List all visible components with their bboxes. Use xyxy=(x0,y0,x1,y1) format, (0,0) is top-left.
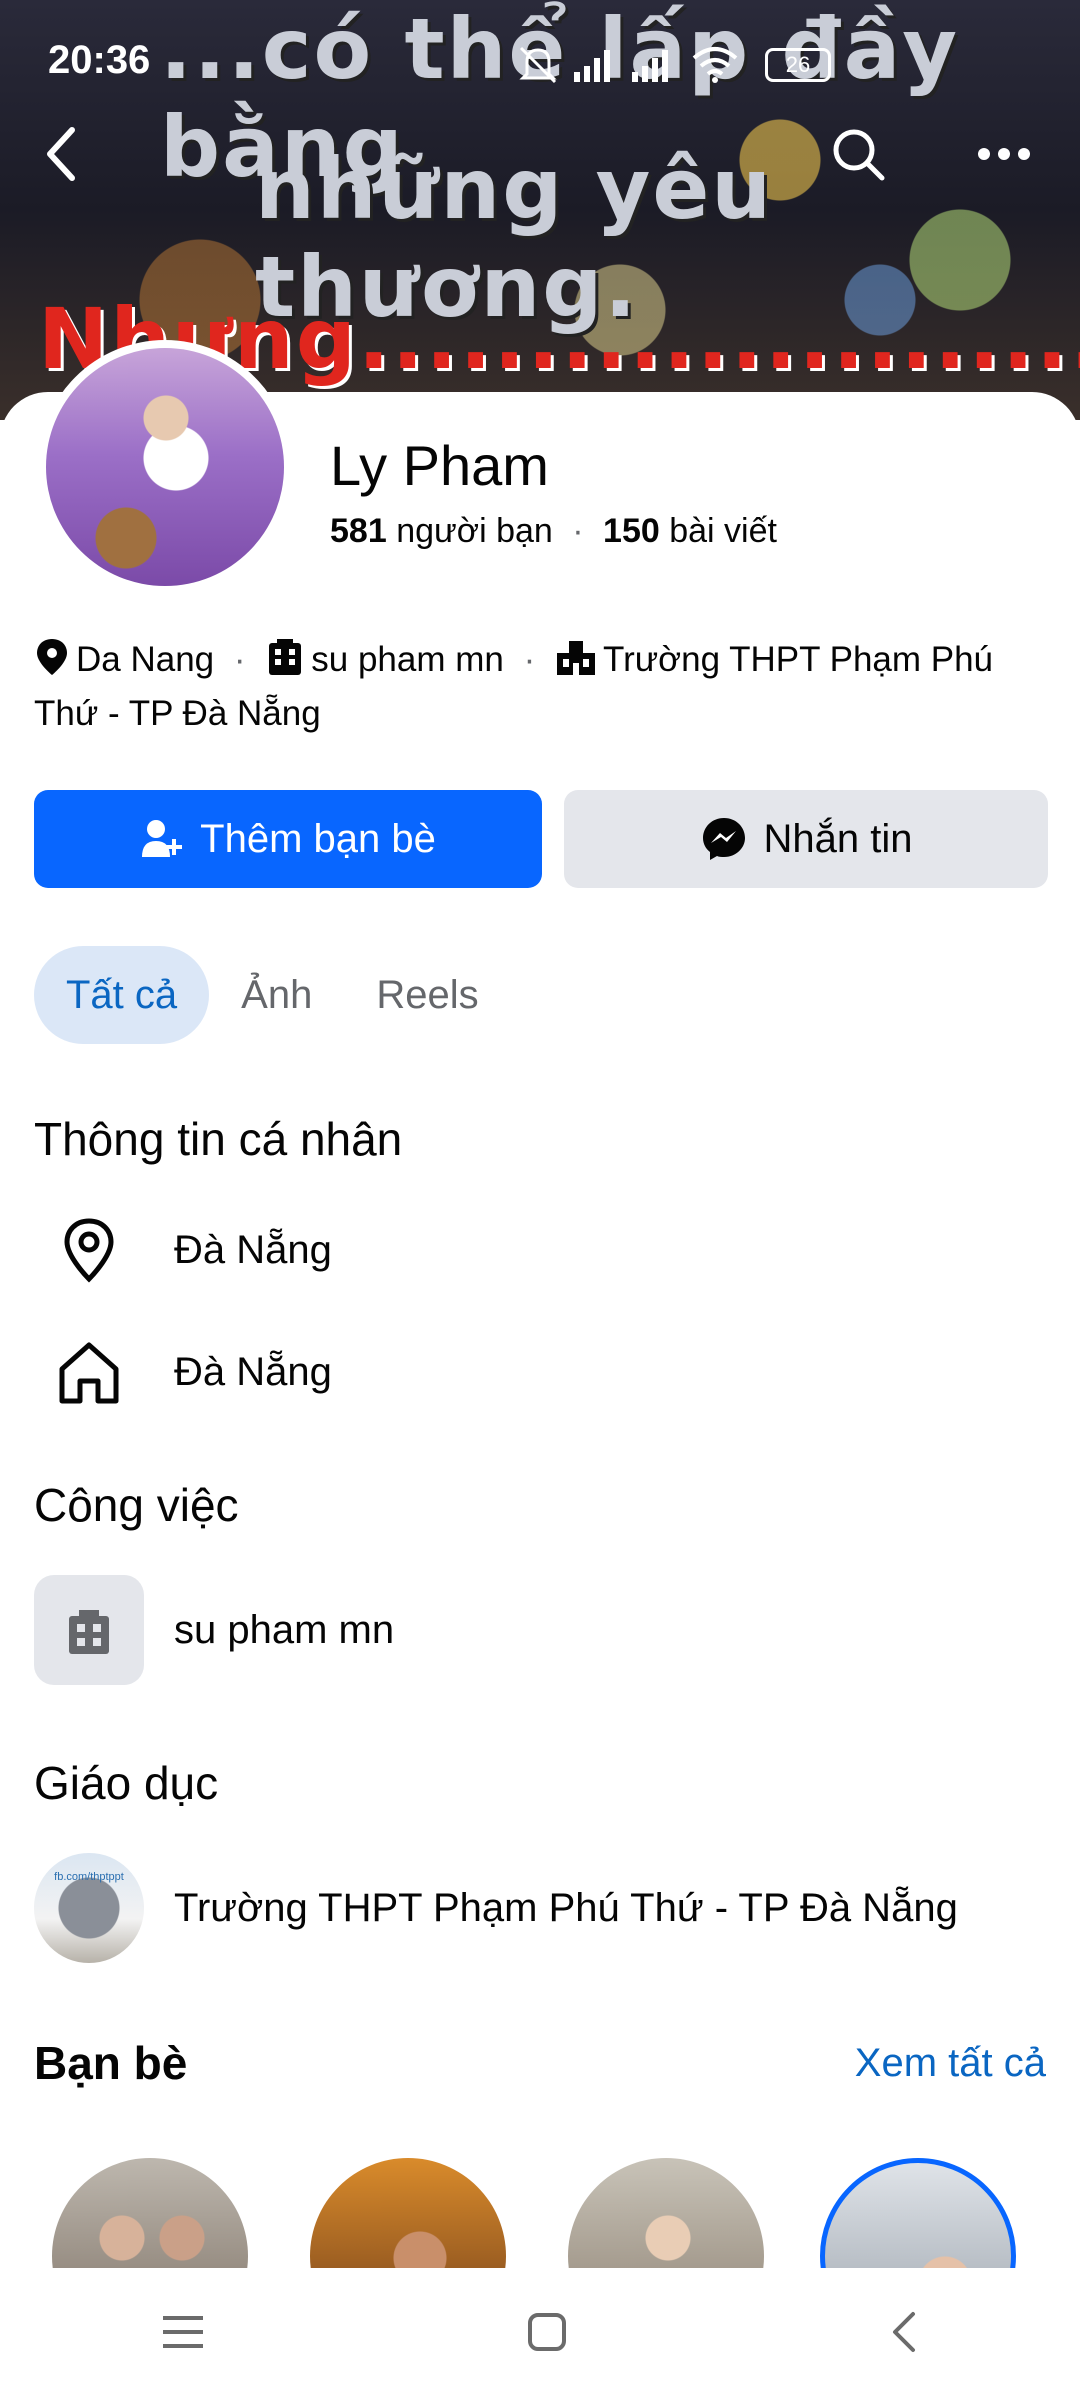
friends-section-title: Bạn bè xyxy=(34,2037,188,2089)
current-city-label: Đà Nẵng xyxy=(174,1227,332,1272)
status-bar: 20:36 26 xyxy=(0,0,1080,120)
detail-separator: · xyxy=(523,640,536,679)
signal-icon-2 xyxy=(632,50,668,82)
tab-photos[interactable]: Ảnh xyxy=(209,946,344,1044)
signal-icon xyxy=(574,50,610,82)
school-icon xyxy=(555,637,597,690)
profile-details: Da Nang · su pham mn · Trường THPT Phạm … xyxy=(34,636,1054,738)
work-section-title: Công việc xyxy=(34,1479,239,1531)
system-back-icon xyxy=(893,2311,915,2352)
message-button[interactable]: Nhắn tin xyxy=(564,790,1048,888)
friend-avatar-2[interactable] xyxy=(310,2158,506,2268)
back-button[interactable] xyxy=(22,114,102,194)
profile-avatar[interactable] xyxy=(46,348,284,586)
home-icon xyxy=(34,1317,144,1427)
friend-avatar-1[interactable] xyxy=(52,2158,248,2268)
status-time: 20:36 xyxy=(48,38,151,82)
add-friend-label: Thêm bạn bè xyxy=(200,816,436,861)
recent-apps-button[interactable] xyxy=(161,2312,205,2357)
wifi-icon xyxy=(692,47,738,83)
add-friend-button[interactable]: Thêm bạn bè xyxy=(34,790,542,888)
friends-count[interactable]: 581 xyxy=(330,512,387,550)
profile-tabs: Tất cả Ảnh Reels xyxy=(34,946,511,1044)
work-label: su pham mn xyxy=(174,1607,395,1652)
friends-label[interactable]: người bạn xyxy=(396,512,553,550)
system-navigation-bar xyxy=(0,2268,1080,2400)
tab-reels[interactable]: Reels xyxy=(344,946,510,1044)
search-button[interactable] xyxy=(818,114,898,194)
work-building-icon xyxy=(34,1575,144,1685)
add-friend-icon xyxy=(142,820,183,857)
personal-info-title: Thông tin cá nhân xyxy=(34,1113,403,1165)
home-square-icon xyxy=(528,2312,566,2351)
friends-row xyxy=(0,2150,1080,2268)
message-label: Nhắn tin xyxy=(763,816,913,861)
friends-header: Bạn bè Xem tất cả xyxy=(34,2036,1046,2090)
battery-indicator: 26 xyxy=(765,48,831,82)
mute-icon xyxy=(519,46,557,84)
profile-name: Ly Pham xyxy=(330,434,549,497)
tab-all[interactable]: Tất cả xyxy=(34,946,210,1044)
posts-count: 150 xyxy=(603,512,660,550)
friend-avatar-3[interactable] xyxy=(568,2158,764,2268)
messenger-icon xyxy=(702,818,745,860)
hometown-row[interactable]: Đà Nẵng xyxy=(34,1322,1054,1422)
education-row[interactable]: fb.com/thptppt Trường THPT Phạm Phú Thứ … xyxy=(34,1853,1054,1963)
system-back-button[interactable] xyxy=(889,2310,919,2359)
friend-avatar-4[interactable] xyxy=(820,2158,1016,2268)
menu-lines-icon xyxy=(163,2315,203,2348)
work-building-icon xyxy=(265,637,305,690)
profile-stats: 581 người bạn · 150 bài viết xyxy=(330,512,777,551)
detail-location: Da Nang xyxy=(76,640,215,679)
location-pin-icon xyxy=(34,637,70,690)
stats-separator: · xyxy=(572,512,584,550)
back-arrow-icon xyxy=(47,127,75,181)
see-all-friends-link[interactable]: Xem tất cả xyxy=(855,2041,1046,2086)
detail-separator: · xyxy=(233,640,246,679)
work-row[interactable]: su pham mn xyxy=(34,1575,1054,1685)
school-thumbnail-text: fb.com/thptppt xyxy=(54,1871,124,1883)
home-button[interactable] xyxy=(527,2312,567,2357)
school-thumbnail: fb.com/thptppt xyxy=(34,1853,144,1963)
more-options-button[interactable] xyxy=(964,114,1044,194)
posts-label: bài viết xyxy=(669,512,777,550)
current-city-row[interactable]: Đà Nẵng xyxy=(34,1200,1054,1300)
hometown-label: Đà Nẵng xyxy=(174,1349,332,1394)
search-icon xyxy=(833,129,885,181)
location-pin-icon xyxy=(34,1195,144,1305)
detail-work: su pham mn xyxy=(311,640,504,679)
education-label: Trường THPT Phạm Phú Thứ - TP Đà Nẵng xyxy=(174,1885,958,1930)
more-dots-icon xyxy=(978,148,1030,160)
education-section-title: Giáo dục xyxy=(34,1757,219,1809)
